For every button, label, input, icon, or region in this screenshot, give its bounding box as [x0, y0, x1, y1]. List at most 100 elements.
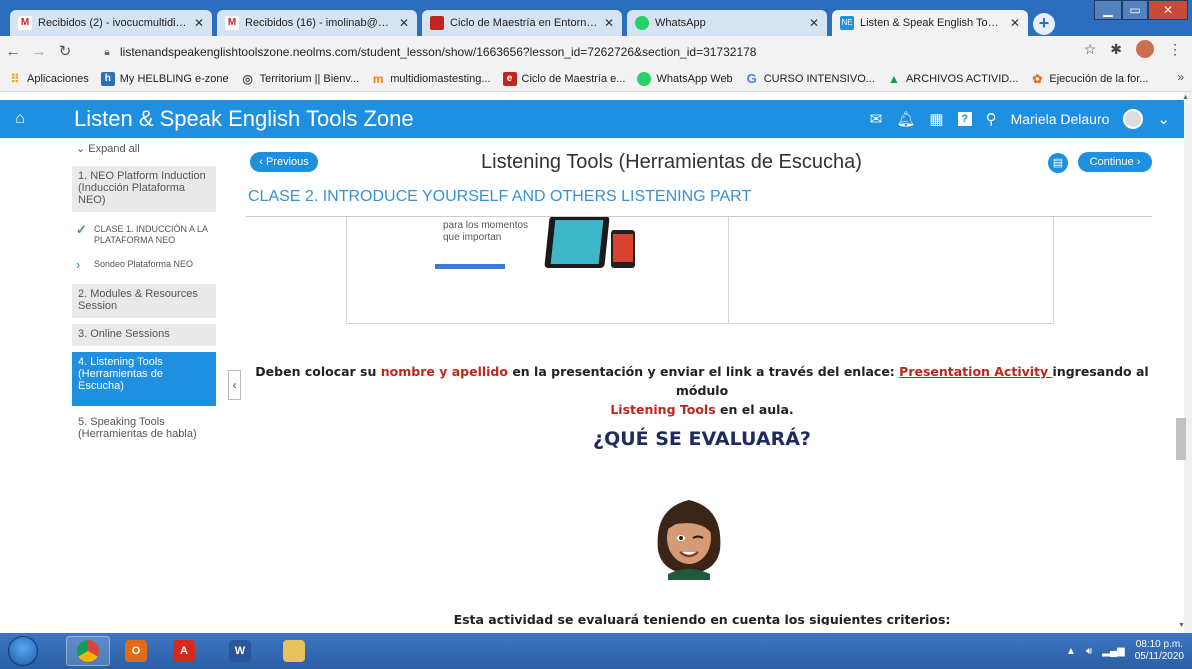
expand-all-toggle[interactable]: ⌄ Expand all — [76, 142, 140, 155]
taskbar-explorer[interactable] — [272, 636, 316, 666]
bookmark-multidiomas[interactable]: m multidiomastesting... — [371, 71, 491, 86]
sidebar-subitem-clase1[interactable]: ✓ CLASE 1. INDUCCIÓN A LA PLATAFORMA NEO — [76, 223, 226, 246]
sidebar-item-speaking-tools[interactable]: 5. Speaking Tools (Herramientas de habla… — [72, 412, 216, 446]
tab-recibidos-imolinab[interactable]: M Recibidos (16) - imolinab@mise ✕ — [217, 10, 417, 36]
lesson-title: Listening Tools (Herramientas de Escucha… — [481, 151, 862, 173]
instructions-text: en el aula. — [715, 402, 794, 417]
close-icon[interactable]: ✕ — [1010, 16, 1020, 30]
bookmark-label: multidiomastesting... — [390, 72, 491, 85]
bookmark-archivos[interactable]: ▲ ARCHIVOS ACTIVID... — [887, 72, 1018, 86]
url-field[interactable]: 🔒︎ listenandspeakenglishtoolszone.neolms… — [100, 40, 1155, 64]
bookmark-curso-intensivo[interactable]: G CURSO INTENSIVO... — [745, 71, 875, 86]
calendar-icon[interactable]: ▦ — [929, 110, 943, 128]
app-header: ⌂ Listen & Speak English Tools Zone ✉ 🔔︎… — [0, 100, 1184, 138]
bookmarks-more-button[interactable]: » — [1177, 70, 1184, 84]
tab-label: WhatsApp — [655, 17, 706, 29]
module-highlight: Listening Tools — [610, 402, 716, 417]
back-icon[interactable]: ← — [0, 43, 26, 60]
tray-arrow-icon[interactable]: ▲ — [1066, 646, 1076, 657]
bookmark-label: Territorium || Bienv... — [259, 72, 360, 85]
tab-whatsapp[interactable]: WhatsApp ✕ — [627, 10, 827, 36]
moodle-icon — [430, 16, 444, 30]
forward-icon[interactable]: → — [26, 43, 52, 60]
notes-icon[interactable]: ▤ — [1048, 153, 1068, 173]
sidebar-item-online-sessions[interactable]: 3. Online Sessions — [72, 324, 216, 346]
sidebar-item-modules[interactable]: 2. Modules & Resources Session — [72, 284, 216, 318]
user-avatar[interactable] — [1123, 109, 1144, 129]
clock-date: 05/11/2020 — [1134, 651, 1184, 662]
bookmark-helbling[interactable]: h My HELBLING e-zone — [100, 71, 229, 86]
new-tab-button[interactable]: + — [1033, 13, 1055, 35]
bookmark-ciclo-maestria[interactable]: e Ciclo de Maestría e... — [502, 71, 625, 86]
sidebar-item-listening-tools[interactable]: 4. Listening Tools (Herramientas de Escu… — [72, 352, 216, 406]
bookmark-ejecucion[interactable]: ✿ Ejecución de la for... — [1030, 72, 1148, 86]
instructions-paragraph: Deben colocar su nombre y apellido en la… — [250, 362, 1154, 419]
taskbar-chrome[interactable] — [66, 636, 110, 666]
minimize-button[interactable]: ▁ — [1094, 0, 1122, 20]
chevron-down-icon: ⌄ — [76, 143, 86, 155]
reload-icon[interactable]: ↻ — [52, 42, 78, 60]
browser-tab-strip: M Recibidos (2) - ivocucmultidiom ✕ M Re… — [0, 0, 1192, 36]
tab-listen-speak[interactable]: NE Listen & Speak English Tools Zo ✕ — [832, 10, 1028, 36]
moodle-icon: m — [372, 71, 384, 86]
maestria-icon: e — [502, 71, 517, 86]
app-title[interactable]: Listen & Speak English Tools Zone — [74, 106, 414, 132]
close-icon[interactable]: ✕ — [809, 16, 819, 30]
chevron-right-icon: › — [76, 257, 81, 272]
bell-icon[interactable]: 🔔︎ — [896, 110, 915, 128]
extensions-icon[interactable]: ✱ — [1110, 41, 1122, 58]
sidebar-item-neo-induction[interactable]: 1. NEO Platform Induction (Inducción Pla… — [72, 166, 216, 212]
subitem-label: CLASE 1. INDUCCIÓN A LA PLATAFORMA NEO — [94, 224, 208, 245]
close-icon[interactable]: ✕ — [399, 16, 409, 30]
bookmark-whatsapp-web[interactable]: WhatsApp Web — [637, 71, 733, 86]
scrollbar-thumb[interactable] — [1176, 418, 1186, 460]
close-icon[interactable]: ✕ — [194, 16, 204, 30]
embedded-presentation-table: para los momentos que importan — [346, 216, 1054, 324]
close-window-button[interactable]: ✕ — [1148, 0, 1188, 20]
outlook-icon: O — [125, 640, 147, 662]
search-icon[interactable]: ⚲ — [986, 110, 997, 128]
continue-button[interactable]: Continue › — [1078, 152, 1152, 172]
taskbar-word[interactable]: W — [218, 636, 262, 666]
scroll-up-arrow[interactable]: ▲ — [1182, 94, 1189, 101]
bookmarks-bar: ⠿ Aplicaciones h My HELBLING e-zone ◎ Te… — [0, 66, 1192, 92]
bookmark-label: My HELBLING e-zone — [119, 72, 229, 85]
tab-recibidos-ivocuc[interactable]: M Recibidos (2) - ivocucmultidiom ✕ — [10, 10, 212, 36]
star-icon[interactable]: ☆ — [1084, 41, 1097, 58]
home-icon[interactable]: ⌂ — [0, 110, 40, 128]
menu-icon[interactable]: ⋮ — [1168, 41, 1182, 58]
user-name[interactable]: Mariela Delauro — [1011, 111, 1110, 127]
presentation-thumbnail[interactable]: para los momentos que importan — [435, 216, 639, 270]
bookmark-aplicaciones[interactable]: ⠿ Aplicaciones — [8, 72, 89, 86]
presentation-activity-link[interactable]: Presentation Activity — [899, 364, 1052, 379]
bookmark-label: ARCHIVOS ACTIVID... — [905, 72, 1019, 85]
sidebar-subitem-sondeo[interactable]: › Sondeo Plataforma NEO — [76, 257, 226, 272]
profile-avatar[interactable] — [1136, 40, 1154, 58]
tab-ciclo-maestria[interactable]: Ciclo de Maestría en Entornos V ✕ — [422, 10, 622, 36]
volume-icon[interactable]: 🔊︎ — [1086, 646, 1092, 657]
taskbar-acrobat[interactable]: A — [162, 636, 206, 666]
close-icon[interactable]: ✕ — [604, 16, 614, 30]
promo-text: para los momentos que importan — [443, 220, 529, 243]
clock[interactable]: 08:10 p.m. 05/11/2020 — [1135, 639, 1184, 663]
signal-icon[interactable]: ▂▄▆ — [1102, 646, 1124, 657]
tab-label: Ciclo de Maestría en Entornos V — [450, 17, 598, 29]
page-scrollbar[interactable] — [1184, 92, 1192, 633]
name-highlight: nombre y apellido — [380, 364, 508, 379]
help-icon[interactable]: ? — [957, 112, 972, 126]
start-button[interactable] — [8, 636, 38, 666]
ejecucion-icon: ✿ — [1032, 71, 1043, 86]
folder-icon — [283, 640, 305, 662]
taskbar-outlook[interactable]: O — [114, 636, 158, 666]
maximize-button[interactable]: ▭ — [1122, 0, 1148, 20]
tablet-screen — [550, 220, 604, 264]
scroll-down-arrow[interactable]: ▼ — [1178, 622, 1185, 629]
previous-button[interactable]: ‹ Previous — [250, 152, 318, 172]
bookmark-territorium[interactable]: ◎ Territorium || Bienv... — [241, 72, 360, 86]
chevron-down-icon[interactable]: ⌄ — [1157, 110, 1170, 128]
helbling-icon: h — [100, 71, 115, 86]
lock-icon: 🔒︎ — [104, 46, 110, 58]
previous-label: Previous — [265, 156, 309, 168]
mail-icon[interactable]: ✉ — [870, 110, 883, 128]
promo-button-bar — [435, 264, 505, 269]
